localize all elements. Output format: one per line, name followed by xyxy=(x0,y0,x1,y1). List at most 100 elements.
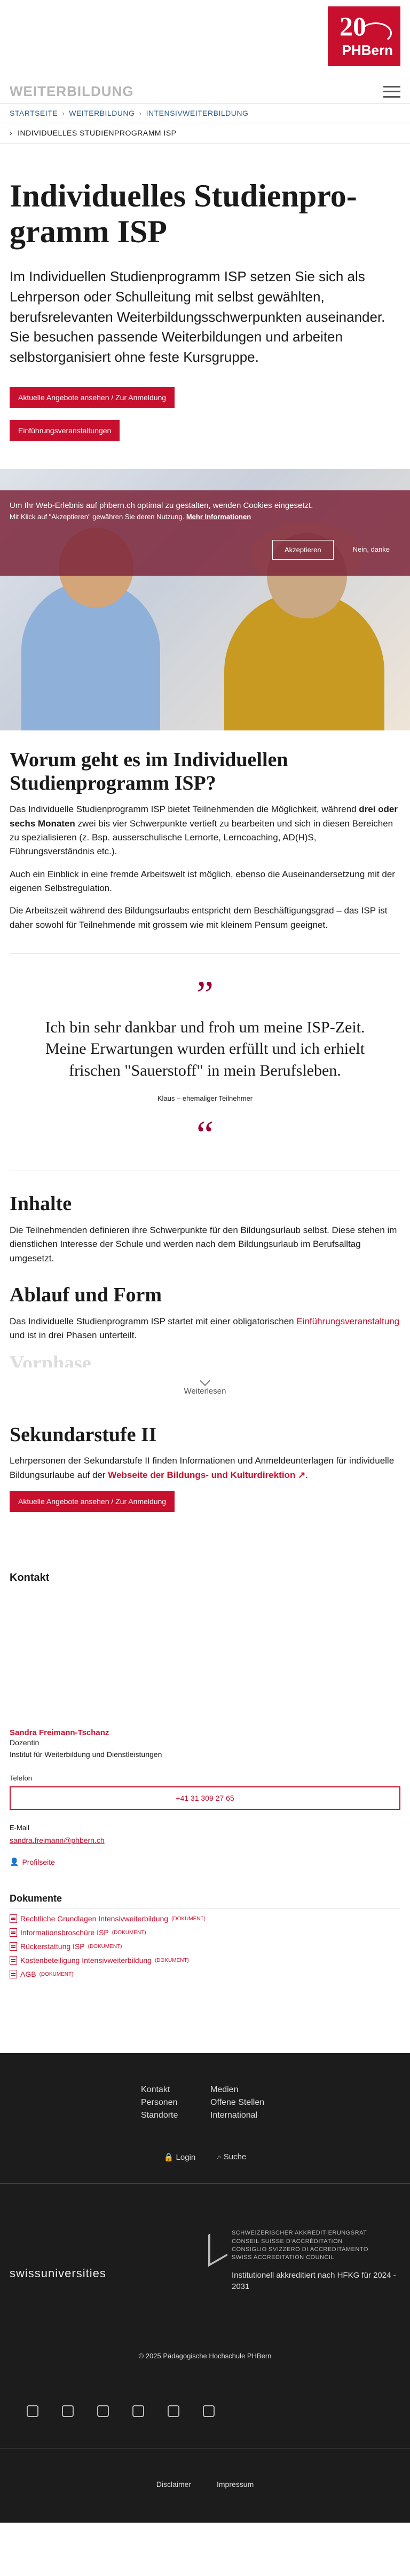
login-link[interactable]: 🔒 Login xyxy=(164,2152,196,2162)
hero-section: Um Ihr Web-Erlebnis auf phbern.ch optima… xyxy=(0,468,410,730)
section-inhalte: Inhalte Die Teilnehmenden definieren ihr… xyxy=(0,1192,410,1266)
section-sek2-title: Sekundarstufe II xyxy=(10,1423,157,1446)
document-icon xyxy=(10,1956,17,1965)
document-link[interactable]: Kostenbeteiligung Intensivweiterbildung(… xyxy=(10,1956,400,1965)
footer-link-medien[interactable]: Medien xyxy=(210,2085,269,2095)
sek2-offers-button[interactable]: Aktuelle Angebote ansehen / Zur Anmeldun… xyxy=(10,1490,175,1512)
section-worum-p3: Die Arbeitszeit während des Bildungsurla… xyxy=(10,905,388,930)
vorphase-heading: Vorphase xyxy=(10,1351,91,1367)
bkd-website-link[interactable]: Webseite der Bildungs- und Kulturdirekti… xyxy=(108,1470,305,1480)
quote-text: Ich bin sehr dankbar und froh um meine I… xyxy=(45,1018,365,1079)
hamburger-menu-icon[interactable] xyxy=(383,85,400,98)
footer-utility: 🔒 Login ⌕ Suche xyxy=(0,2152,410,2162)
accreditation-lines: SCHWEIZERISCHER AKKREDITIERUNGSRAT CONSE… xyxy=(232,2230,368,2261)
page-title: Individuelles Studienpro- gramm ISP xyxy=(10,178,357,250)
document-link[interactable]: AGB (DOKUMENT) xyxy=(10,1970,400,1979)
section-ablauf-text: Das Individuelle Studienprogramm ISP sta… xyxy=(10,1316,400,1341)
cookie-banner: Um Ihr Web-Erlebnis auf phbern.ch optima… xyxy=(0,490,410,576)
section-title: WEITERBILDUNG xyxy=(10,83,134,99)
swissuniversities-logo[interactable]: swissuniversities xyxy=(10,2267,106,2280)
document-icon xyxy=(10,1914,17,1923)
lock-icon: 🔒 xyxy=(163,2153,174,2162)
breadcrumb: STARTSEITE › WEITERBILDUNG › INTENSIVWEITERB… xyxy=(0,104,410,123)
read-more-button[interactable]: Weiterlesen xyxy=(10,1367,400,1405)
phone-label: Telefon xyxy=(10,1774,32,1783)
linkedin-icon[interactable] xyxy=(132,2405,144,2418)
section-worum-title: Worum geht es im Individuellen Studienpr… xyxy=(10,748,288,794)
footer-link-international[interactable]: International xyxy=(210,2111,269,2120)
email-link[interactable]: sandra.freimann@phbern.ch xyxy=(10,1836,105,1844)
profile-label: Profilseite xyxy=(22,1857,55,1866)
contact-section: Kontakt Sandra Freimann-Tschanz Dozentin… xyxy=(0,1571,410,1979)
quote-open-icon: ” xyxy=(196,973,214,1016)
accreditation-note: Institutionell akkreditiert nach HFKG fü… xyxy=(232,2270,396,2291)
document-link[interactable]: Informationsbroschüre ISP (DOKUMENT) xyxy=(10,1928,400,1937)
cookie-accept-button[interactable]: Akzeptieren xyxy=(272,539,334,560)
einfuehrung-link[interactable]: Einführungsveranstaltung xyxy=(296,1316,399,1326)
cookie-decline-button[interactable]: Nein, danke xyxy=(342,540,400,560)
document-link[interactable]: Rechtliche Grundlagen Intensivweiterbild… xyxy=(10,1914,400,1923)
logo-text: PHBern xyxy=(342,42,393,58)
footer-link-kontakt[interactable]: Kontakt xyxy=(141,2085,200,2095)
section-ablauf-title: Ablauf und Form xyxy=(10,1284,162,1307)
offers-button[interactable]: Aktuelle Angebote ansehen / Zur Anmeldun… xyxy=(10,386,175,408)
logo-arc-icon xyxy=(360,22,392,44)
lead-text: Im Individuellen Studienprogramm ISP set… xyxy=(10,268,385,365)
current-page-label: INDIVIDUELLES STUDIENPROGRAMM ISP xyxy=(18,129,177,137)
cookie-text: Um Ihr Web-Erlebnis auf phbern.ch optima… xyxy=(10,500,313,510)
youtube-icon[interactable] xyxy=(97,2405,109,2418)
document-link[interactable]: Rückerstattung ISP (DOKUMENT) xyxy=(10,1942,400,1951)
footer-link-standorte[interactable]: Standorte xyxy=(141,2111,200,2120)
current-page-row[interactable]: › INDIVIDUELLES STUDIENPROGRAMM ISP xyxy=(0,123,410,144)
events-button[interactable]: Einführungsveranstaltungen xyxy=(10,419,120,441)
section-ablauf: Ablauf und Form Das Individuelle Studien… xyxy=(0,1284,410,1405)
document-icon xyxy=(10,1942,17,1951)
phone-button[interactable]: +41 31 309 27 65 xyxy=(10,1786,400,1810)
footer-legal: Disclaimer Impressum xyxy=(0,2480,410,2488)
section-sek2: Sekundarstufe II Lehrpersonen der Sekund… xyxy=(0,1424,410,1524)
footer-link-offene-stellen[interactable]: Offene Stellen xyxy=(210,2098,269,2108)
section-worum-p2: Auch ein Einblick in eine fremde Arbeits… xyxy=(10,869,395,893)
contact-heading: Kontakt xyxy=(10,1571,50,1584)
document-icon xyxy=(10,1928,17,1937)
instagram-icon[interactable] xyxy=(62,2405,74,2418)
chevron-right-icon: › xyxy=(10,129,13,137)
social-links xyxy=(27,2405,215,2418)
google-icon[interactable] xyxy=(203,2405,215,2418)
footer-link-personen[interactable]: Personen xyxy=(141,2098,200,2108)
footer-nav: Kontakt Medien Personen Offene Stellen S… xyxy=(0,2085,410,2120)
profile-link[interactable]: 👤 Profilseite xyxy=(10,1857,400,1866)
x-icon[interactable] xyxy=(168,2405,179,2418)
quote-close-icon: “ xyxy=(196,1113,214,1156)
accreditation-logo-icon xyxy=(208,2223,227,2267)
quote-author: Klaus – ehemaliger Teilnehmer xyxy=(157,1094,253,1103)
testimonial-quote: ” Ich bin sehr dankbar und froh um meine… xyxy=(10,953,400,1172)
cookie-small-text: Mit Klick auf "Akzeptieren" gewähren Sie… xyxy=(10,513,185,521)
contact-name: Sandra Freimann-Tschanz xyxy=(10,1728,109,1737)
section-worum-p1: Das Individuelle Studienprogramm ISP bie… xyxy=(10,804,398,857)
documents-heading: Dokumente xyxy=(10,1893,400,1910)
cookie-more-info-link[interactable]: Mehr Informationen xyxy=(186,513,251,521)
phbern-logo[interactable]: 20 PHBern xyxy=(328,6,400,66)
accreditation-block: SCHWEIZERISCHER AKKREDITIERUNGSRAT CONSE… xyxy=(208,2223,400,2292)
breadcrumb-startseite[interactable]: STARTSEITE xyxy=(10,109,58,117)
section-worum: Worum geht es im Individuellen Studienpr… xyxy=(0,749,410,932)
site-footer: Kontakt Medien Personen Offene Stellen S… xyxy=(0,2053,410,2523)
breadcrumb-intensivweiterbildung[interactable]: INTENSIVWEITERBILDUNG xyxy=(146,109,249,117)
impressum-link[interactable]: Impressum xyxy=(217,2480,254,2488)
breadcrumb-weiterbildung[interactable]: WEITERBILDUNG xyxy=(69,109,135,117)
facebook-icon[interactable] xyxy=(27,2405,38,2418)
user-icon: 👤 xyxy=(10,1857,19,1866)
copyright: © 2025 Pädagogische Hochschule PHBern xyxy=(138,2352,272,2360)
breadcrumb-separator-icon: › xyxy=(139,109,142,117)
footer-divider xyxy=(0,2183,410,2184)
section-sek2-text: Lehrpersonen der Sekundarstufe II finden… xyxy=(10,1456,395,1480)
search-icon: ⌕ xyxy=(217,2152,222,2162)
disclaimer-link[interactable]: Disclaimer xyxy=(156,2480,191,2488)
documents-list: Rechtliche Grundlagen Intensivweiterbild… xyxy=(10,1914,400,1979)
section-nav: WEITERBILDUNG xyxy=(0,80,410,104)
search-link[interactable]: ⌕ Suche xyxy=(217,2152,246,2162)
contact-institute: Institut für Weiterbildung und Dienstlei… xyxy=(10,1750,162,1759)
read-more-label: Weiterlesen xyxy=(184,1386,226,1396)
chevron-down-icon xyxy=(200,1375,210,1386)
